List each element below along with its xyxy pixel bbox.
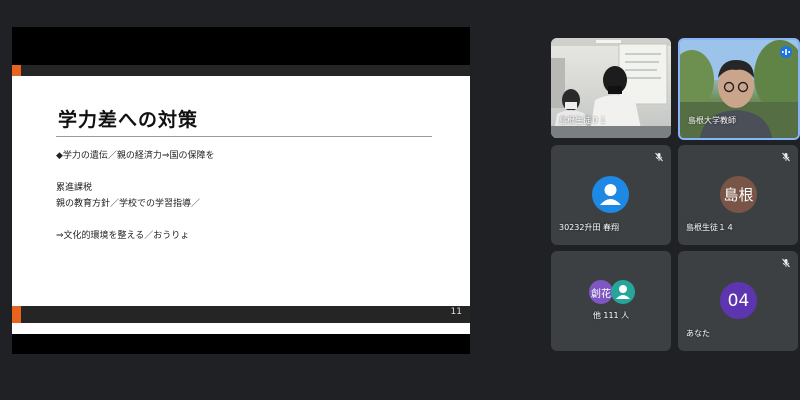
- slide-accent-top: [12, 65, 21, 76]
- slide-top-bar: [12, 65, 470, 76]
- slide: 学力差への対策 ◆学力の遺伝／親の経済力⇒国の保障を 累進課税 親の教育方針／学…: [12, 65, 470, 334]
- mic-off-icon: [782, 258, 790, 268]
- slide-accent-bottom: [12, 306, 21, 323]
- participant-name: 30232升田 春翔: [559, 223, 619, 232]
- avatar: 04: [720, 282, 757, 319]
- slide-line-4: ⇒文化的環境を整える／おうりょ: [56, 231, 190, 241]
- slide-line-3: 親の教育方針／学校での学習指導／: [56, 199, 201, 209]
- participant-tile-student-14[interactable]: 島根 島根生徒１４: [678, 145, 798, 245]
- mic-off-icon: [782, 152, 790, 162]
- slide-line-2: 累進課税: [56, 183, 93, 193]
- participant-name: あなた: [686, 329, 710, 338]
- participant-name: 島根生徒１４: [686, 223, 734, 232]
- participant-tile-masuda[interactable]: 30232升田 春翔: [551, 145, 671, 245]
- default-avatar-icon: [592, 176, 629, 213]
- avatar: 創花: [589, 280, 613, 304]
- slide-page-number: 11: [450, 307, 462, 317]
- presentation-area: 学力差への対策 ◆学力の遺伝／親の経済力⇒国の保障を 累進課税 親の教育方針／学…: [12, 27, 470, 354]
- default-avatar-icon: [611, 280, 635, 304]
- slide-title: 学力差への対策: [58, 109, 199, 131]
- slide-bottom-bar: 11: [12, 306, 470, 323]
- participant-tile-you[interactable]: 04 あなた: [678, 251, 798, 351]
- participant-name: 島根大学教師: [688, 116, 736, 125]
- slide-line-1: ◆学力の遺伝／親の経済力⇒国の保障を: [56, 151, 215, 161]
- participant-count-label: 他 111 人: [592, 311, 630, 320]
- slide-title-rule: [56, 136, 432, 137]
- participant-tile-others[interactable]: 創花 他 111 人: [551, 251, 671, 351]
- mic-off-icon: [655, 152, 663, 162]
- audio-activity-icon: [780, 46, 792, 58]
- avatar: 島根: [720, 176, 757, 213]
- participant-tile-teacher[interactable]: 島根大学教師: [678, 38, 800, 140]
- participant-name: 島根生徒０１: [559, 116, 607, 125]
- participant-tile-student-01[interactable]: 島根生徒０１: [551, 38, 671, 138]
